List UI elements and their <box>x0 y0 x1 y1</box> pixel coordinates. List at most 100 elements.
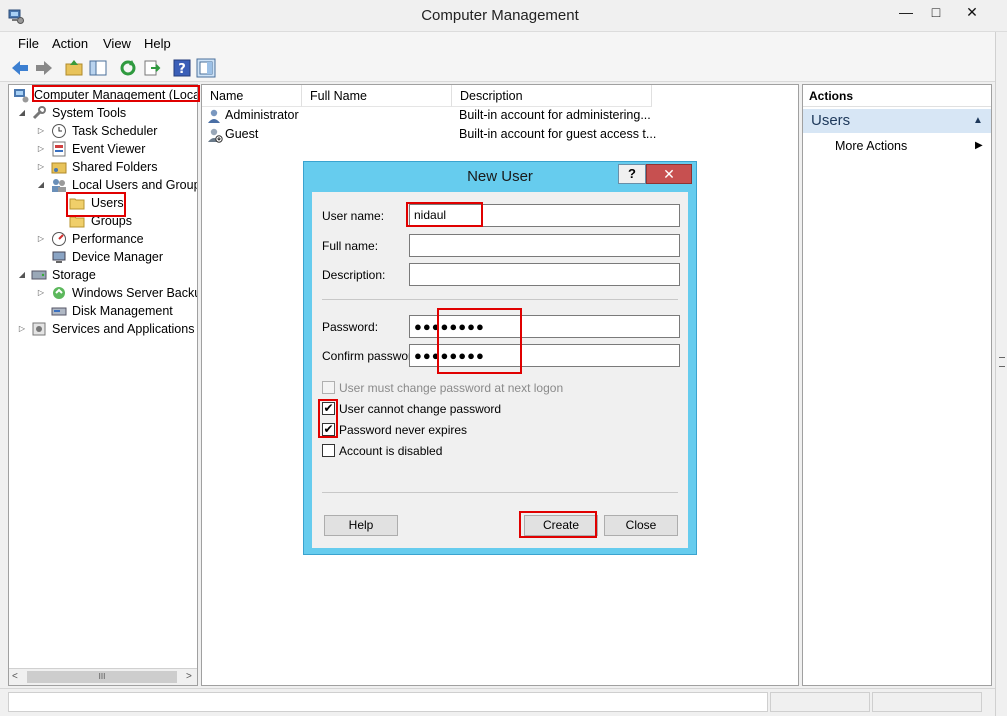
divider <box>322 299 678 300</box>
submenu-arrow-icon: ▶ <box>975 140 983 151</box>
collapsed-arrow-icon[interactable]: ▷ <box>17 320 27 338</box>
console-tree: Computer Management (Local ◢ System Tool… <box>8 84 198 686</box>
tree-item-windows-server-backup[interactable]: ▷ Windows Server Backup <box>9 284 197 302</box>
tree-label: Performance <box>72 232 144 246</box>
user-icon <box>208 109 220 123</box>
tree-item-disk-management[interactable]: Disk Management <box>9 302 197 320</box>
users-group-icon <box>52 179 66 192</box>
account-disabled-checkbox[interactable] <box>322 444 335 457</box>
show-hide-console-tree-icon[interactable] <box>88 58 108 78</box>
account-disabled-checkbox-row: Account is disabled <box>322 443 622 461</box>
scroll-grip[interactable] <box>999 357 1005 367</box>
tree-item-performance[interactable]: ▷ Performance <box>9 230 197 248</box>
tree-item-storage[interactable]: ◢ Storage <box>9 266 197 284</box>
tree-label: Storage <box>52 268 96 282</box>
actions-section-users[interactable]: Users ▲ <box>803 109 991 133</box>
status-bar <box>0 688 995 716</box>
actions-pane: Actions Users ▲ More Actions ▶ <box>802 84 992 686</box>
tree-item-system-tools[interactable]: ◢ System Tools <box>9 104 197 122</box>
column-header-description[interactable]: Description <box>452 85 652 107</box>
cannot-change-password-label: User cannot change password <box>339 402 502 416</box>
scroll-thumb[interactable]: III <box>27 671 177 683</box>
password-never-expires-checkbox-row: ✔ Password never expires <box>322 422 622 440</box>
status-panel <box>8 692 768 712</box>
user-description: Built-in account for guest access t... <box>459 127 657 141</box>
description-input[interactable] <box>409 263 680 286</box>
scroll-left-arrow-icon[interactable]: < <box>12 669 18 685</box>
must-change-password-label: User must change password at next logon <box>339 381 564 395</box>
show-hide-action-pane-icon[interactable] <box>196 58 216 78</box>
window-vertical-scrollbar[interactable] <box>995 32 1007 716</box>
expanded-arrow-icon[interactable]: ◢ <box>17 266 27 284</box>
annotation-highlight-users <box>66 192 126 217</box>
actions-section-label: Users <box>811 112 851 129</box>
svg-text:?: ? <box>178 62 186 77</box>
tree-item-shared-folders[interactable]: ▷ Shared Folders <box>9 158 197 176</box>
full-name-label: Full name: <box>322 239 379 253</box>
annotation-highlight-passwords <box>437 308 522 374</box>
divider <box>322 492 678 493</box>
table-row[interactable]: Administrator Built-in account for admin… <box>202 106 798 125</box>
help-icon[interactable]: ? <box>172 58 192 78</box>
storage-icon <box>31 270 47 280</box>
performance-gauge-icon <box>52 232 66 246</box>
tree-label: Services and Applications <box>52 322 195 336</box>
account-disabled-label: Account is disabled <box>339 444 443 458</box>
tree-label: Task Scheduler <box>72 124 158 138</box>
expanded-arrow-icon[interactable]: ◢ <box>36 176 46 194</box>
tree-item-device-manager[interactable]: Device Manager <box>9 248 197 266</box>
menu-help[interactable]: Help <box>142 35 173 53</box>
export-list-icon[interactable] <box>142 58 162 78</box>
dialog-close-button[interactable]: ✕ <box>646 164 692 184</box>
must-change-password-checkbox-row: User must change password at next logon <box>322 380 622 398</box>
services-icon <box>32 322 46 336</box>
description-label: Description: <box>322 268 386 282</box>
cannot-change-password-checkbox-row: ✔ User cannot change password <box>322 401 622 419</box>
tree-label: System Tools <box>52 106 127 120</box>
tree-label: Windows Server Backup <box>72 286 198 300</box>
user-name: Guest <box>225 127 259 141</box>
tree-item-event-viewer[interactable]: ▷ Event Viewer <box>9 140 197 158</box>
backup-icon <box>53 287 65 299</box>
annotation-highlight-create <box>519 511 597 538</box>
user-name: Administrator <box>225 108 299 122</box>
menu-file[interactable]: File <box>16 35 41 53</box>
minimize-button[interactable]: — <box>890 1 922 23</box>
collapsed-arrow-icon[interactable]: ▷ <box>36 140 46 158</box>
back-arrow-icon[interactable] <box>10 58 30 78</box>
tree-horizontal-scrollbar[interactable]: < III > <box>9 668 197 685</box>
must-change-password-checkbox[interactable] <box>322 381 335 394</box>
menu-view[interactable]: View <box>101 35 133 53</box>
maximize-button[interactable]: □ <box>920 1 952 23</box>
column-header-name[interactable]: Name <box>202 85 302 107</box>
shared-folder-icon <box>51 162 67 174</box>
refresh-icon[interactable] <box>118 58 138 78</box>
tree-item-services-and-applications[interactable]: ▷ Services and Applications <box>9 320 197 338</box>
collapse-arrow-icon[interactable]: ▲ <box>973 109 983 133</box>
title-bar: Computer Management — □ ✕ <box>0 0 1007 32</box>
collapsed-arrow-icon[interactable]: ▷ <box>36 284 46 302</box>
expanded-arrow-icon[interactable]: ◢ <box>17 104 27 122</box>
close-button[interactable]: Close <box>604 515 678 536</box>
table-row[interactable]: Guest Built-in account for guest access … <box>202 125 798 144</box>
full-name-input[interactable] <box>409 234 680 257</box>
annotation-highlight-user-name <box>406 202 483 227</box>
status-panel <box>770 692 870 712</box>
more-actions-item[interactable]: More Actions <box>835 137 907 155</box>
up-folder-icon[interactable] <box>64 58 84 78</box>
forward-arrow-icon[interactable] <box>34 58 54 78</box>
collapsed-arrow-icon[interactable]: ▷ <box>36 122 46 140</box>
tree-item-task-scheduler[interactable]: ▷ Task Scheduler <box>9 122 197 140</box>
close-window-button[interactable]: ✕ <box>952 1 992 23</box>
menu-action[interactable]: Action <box>50 35 90 53</box>
dialog-help-button[interactable]: ? <box>618 164 646 184</box>
user-description: Built-in account for administering... <box>459 108 651 122</box>
actions-header: Actions <box>803 85 991 107</box>
device-manager-icon <box>52 251 66 263</box>
collapsed-arrow-icon[interactable]: ▷ <box>36 158 46 176</box>
user-name-label: User name: <box>322 209 385 223</box>
scroll-right-arrow-icon[interactable]: > <box>186 669 192 685</box>
column-header-full-name[interactable]: Full Name <box>302 85 452 107</box>
collapsed-arrow-icon[interactable]: ▷ <box>36 230 46 248</box>
help-button[interactable]: Help <box>324 515 398 536</box>
